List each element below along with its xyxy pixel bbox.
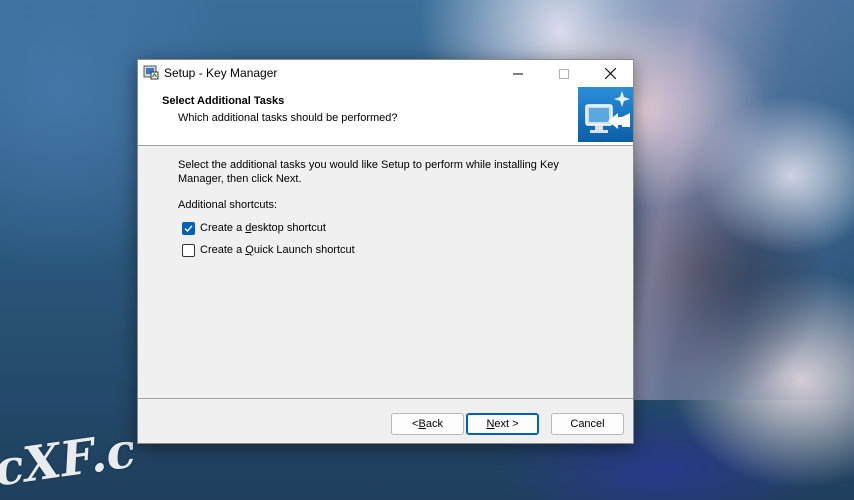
next-button[interactable]: Next > [466, 413, 539, 435]
quick-launch-shortcut-label: Create a Quick Launch shortcut [200, 244, 355, 256]
maximize-button [541, 60, 587, 87]
desktop-shortcut-label: Create a desktop shortcut [200, 222, 326, 234]
page-subtitle: Which additional tasks should be perform… [178, 112, 398, 124]
checkmark-icon [184, 224, 193, 232]
title-bar[interactable]: Setup - Key Manager [138, 60, 633, 87]
close-icon [604, 68, 616, 79]
cancel-button[interactable]: Cancel [551, 413, 624, 435]
wallpaper-watermark: cXF.c [0, 422, 139, 498]
footer-separator [138, 398, 633, 399]
setup-dialog: Setup - Key Manager Select Additional Ta… [137, 59, 634, 444]
task-description: Select the additional tasks you would li… [178, 159, 559, 185]
setup-app-icon [143, 65, 159, 80]
wizard-header: Select Additional Tasks Which additional… [138, 87, 633, 146]
page-title: Select Additional Tasks [162, 95, 285, 107]
back-button[interactable]: < Back [391, 413, 464, 435]
wallpaper-figure [600, 0, 854, 400]
maximize-icon [559, 68, 569, 79]
desktop-shortcut-checkbox[interactable] [182, 221, 195, 235]
close-button[interactable] [587, 60, 633, 87]
minimize-icon [513, 73, 523, 74]
quick-launch-shortcut-checkbox[interactable] [182, 243, 195, 257]
desktop-shortcut-option[interactable]: Create a desktop shortcut [182, 220, 326, 236]
computer-setup-icon [578, 87, 633, 142]
quick-launch-shortcut-option[interactable]: Create a Quick Launch shortcut [182, 242, 355, 258]
minimize-button[interactable] [495, 60, 541, 87]
shortcuts-group-label: Additional shortcuts: [178, 199, 278, 211]
window-title: Setup - Key Manager [164, 66, 278, 80]
